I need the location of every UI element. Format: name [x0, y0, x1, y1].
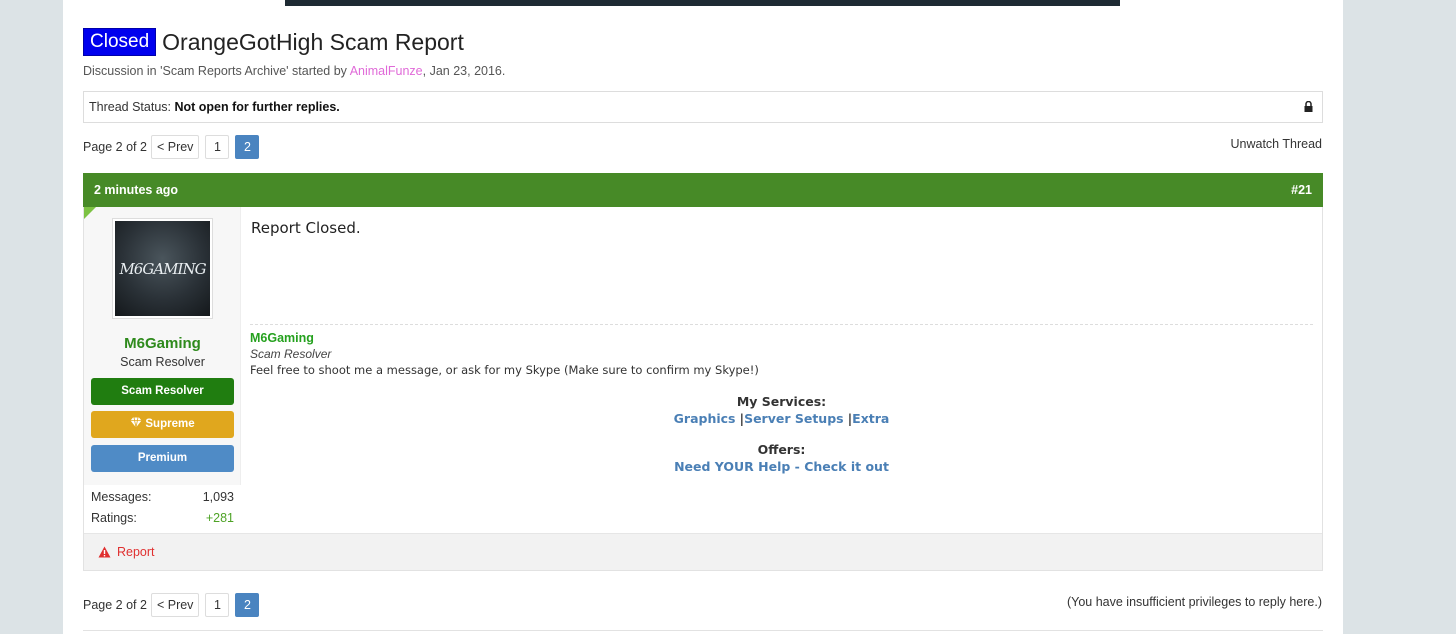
- page-nav-label: Page 2 of 2: [83, 140, 147, 154]
- sig-services: My Services: Graphics |Server Setups |Ex…: [250, 394, 1313, 426]
- signature: M6Gaming Scam Resolver Feel free to shoo…: [250, 324, 1313, 474]
- report-button[interactable]: Report: [98, 545, 155, 559]
- thread-meta: Discussion in 'Scam Reports Archive' sta…: [83, 64, 505, 78]
- status-label: Thread Status:: [89, 100, 171, 114]
- diamond-icon: [130, 417, 142, 428]
- prev-page-button[interactable]: < Prev: [150, 135, 200, 159]
- user-stats: Messages: 1,093 Ratings: +281: [84, 485, 241, 533]
- page-nav-top: Page 2 of 2 < Prev 1 2: [83, 135, 265, 159]
- post-time[interactable]: 2 minutes ago: [94, 183, 178, 197]
- post-footer: Report: [84, 533, 1322, 570]
- page-2-button[interactable]: 2: [235, 593, 260, 617]
- services-links: Graphics |Server Setups |Extra: [250, 411, 1313, 426]
- page-nav-bottom: Page 2 of 2 < Prev 1 2: [83, 593, 265, 617]
- offers-heading: Offers:: [757, 442, 806, 457]
- stat-label: Ratings:: [91, 511, 137, 525]
- lock-icon: [1304, 101, 1313, 112]
- report-label: Report: [117, 545, 155, 559]
- user-info-panel: M6GAMING M6Gaming Scam Resolver Scam Res…: [84, 207, 241, 533]
- service-link-extra[interactable]: Extra: [852, 411, 889, 426]
- page-container: Closed OrangeGotHigh Scam Report Discuss…: [63, 0, 1343, 634]
- page-nav-label: Page 2 of 2: [83, 598, 147, 612]
- sig-offers: Offers: Need YOUR Help - Check it out: [250, 442, 1313, 474]
- post-number[interactable]: #21: [1291, 183, 1312, 197]
- avatar-image: M6GAMING: [115, 221, 210, 316]
- user-banner-premium: Premium: [91, 445, 234, 472]
- avatar[interactable]: M6GAMING: [112, 218, 213, 319]
- sig-name: M6Gaming: [250, 331, 314, 345]
- page-1-button[interactable]: 1: [205, 593, 230, 617]
- meta-date: , Jan 23, 2016.: [422, 64, 506, 78]
- service-link-server-setups[interactable]: Server Setups: [744, 411, 844, 426]
- stat-ratings: Ratings: +281: [84, 506, 241, 527]
- warning-icon: [98, 546, 111, 558]
- offers-link[interactable]: Need YOUR Help - Check it out: [674, 459, 889, 474]
- user-banner-supreme: Supreme: [91, 411, 234, 438]
- site-banner: [285, 0, 1120, 6]
- no-reply-notice: (You have insufficient privileges to rep…: [1066, 595, 1322, 609]
- post-user-title: Scam Resolver: [120, 355, 205, 369]
- post-header: 2 minutes ago #21: [83, 173, 1323, 207]
- service-link-graphics[interactable]: Graphics: [674, 411, 736, 426]
- stat-value[interactable]: +281: [206, 511, 234, 527]
- user-banner-scam-resolver: Scam Resolver: [91, 378, 234, 405]
- prev-page-button[interactable]: < Prev: [150, 593, 200, 617]
- services-heading: My Services:: [736, 394, 827, 409]
- post-message: Report Closed.: [251, 219, 361, 237]
- meta-text: Discussion in 'Scam Reports Archive' sta…: [83, 64, 350, 78]
- post-username[interactable]: M6Gaming: [84, 335, 241, 352]
- next-section-edge: [83, 630, 1323, 634]
- unwatch-thread-link[interactable]: Unwatch Thread: [1231, 137, 1323, 151]
- new-post-corner: [84, 207, 96, 219]
- supreme-label: Supreme: [145, 418, 195, 430]
- sig-desc: Feel free to shoot me a message, or ask …: [250, 363, 759, 377]
- page-2-button[interactable]: 2: [235, 135, 260, 159]
- sig-role: Scam Resolver: [250, 347, 332, 361]
- stat-label: Messages:: [91, 490, 152, 504]
- thread-prefix-badge[interactable]: Closed: [83, 28, 157, 56]
- post: M6GAMING M6Gaming Scam Resolver Scam Res…: [83, 207, 1323, 571]
- page-1-button[interactable]: 1: [205, 135, 230, 159]
- stat-value[interactable]: 1,093: [203, 490, 234, 506]
- thread-title: OrangeGotHigh Scam Report: [162, 28, 464, 55]
- author-link[interactable]: AnimalFunze: [350, 64, 423, 78]
- thread-status-box: Thread Status: Not open for further repl…: [83, 91, 1323, 123]
- thread-title-row: Closed OrangeGotHigh Scam Report: [83, 28, 464, 56]
- status-value: Not open for further replies.: [174, 100, 340, 114]
- stat-messages: Messages: 1,093: [84, 485, 241, 506]
